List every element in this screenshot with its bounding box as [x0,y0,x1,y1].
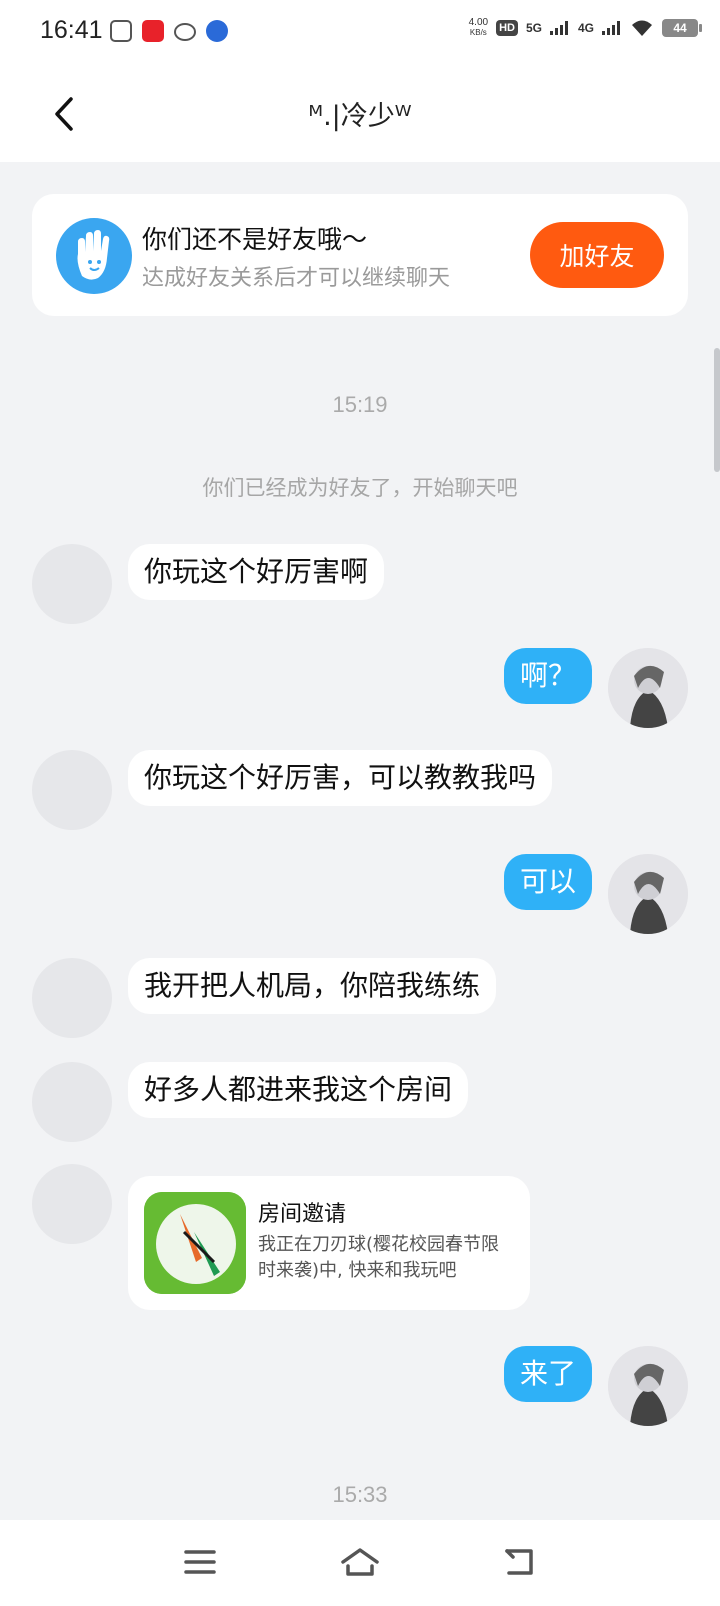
contact-avatar[interactable] [32,544,112,624]
chat-title: ᴹ.|冷少ᵂ [308,101,412,132]
status-bar: 16:41 4.00 KB/s HD 5G 4G 44 [0,0,720,66]
room-invite-card[interactable]: 房间邀请 我正在刀刃球(樱花校园春节限时来袭)中, 快来和我玩吧 [128,1176,530,1310]
app-icon-3 [174,23,196,41]
signal-bars-icon-2 [602,21,620,35]
system-message: 你们已经成为好友了，开始聊天吧 [202,476,518,500]
menu-button[interactable] [175,1540,225,1584]
system-nav-bar [0,1520,720,1606]
back-nav-button[interactable] [495,1540,545,1584]
home-button[interactable] [335,1540,385,1584]
status-time: 16:41 [40,16,103,44]
game-icon [144,1192,246,1294]
friend-request-banner: 你们还不是好友哦～ 达成好友关系后才可以继续聊天 加好友 [32,194,688,316]
chat-timestamp: 15:33 [332,1482,388,1507]
incoming-message[interactable]: 你玩这个好厉害，可以教教我吗 [128,750,553,806]
outgoing-message[interactable]: 来了 [503,1346,592,1402]
outgoing-message[interactable]: 啊？ [503,648,592,704]
app-icon-2 [142,20,164,42]
status-right: 4.00 KB/s HD 5G 4G 44 [468,17,702,38]
contact-avatar[interactable] [32,1062,112,1142]
app-icon-1 [110,20,132,42]
incoming-message[interactable]: 你玩这个好厉害啊 [128,544,385,600]
my-avatar[interactable] [608,854,688,934]
contact-avatar[interactable] [32,750,112,830]
notification-icons [110,20,228,42]
outgoing-message[interactable]: 可以 [503,854,592,910]
my-avatar[interactable] [608,1346,688,1426]
battery-icon: 44 [662,19,702,37]
hd-icon: HD [496,20,518,36]
signal-5g-icon: 5G [525,21,542,35]
banner-subtitle: 达成好友关系后才可以继续聊天 [142,266,451,291]
add-friend-button[interactable]: 加好友 [530,222,664,288]
signal-4g-icon: 4G [577,21,594,35]
app-icon-4 [206,20,228,42]
home-icon [341,1548,379,1576]
signal-bars-icon [549,21,568,35]
net-speed: 4.00 KB/s [468,17,489,38]
back-icon [505,1549,533,1575]
wifi-icon [632,20,652,36]
hand-icon [56,218,132,294]
banner-title: 你们还不是好友哦～ [142,225,368,254]
invite-title: 房间邀请 [258,1202,347,1227]
incoming-message[interactable]: 好多人都进来我这个房间 [128,1062,469,1118]
chat-header: ᴹ.|冷少ᵂ [0,66,720,162]
invite-description: 我正在刀刃球(樱花校园春节限时来袭)中, 快来和我玩吧 [258,1234,500,1281]
contact-avatar[interactable] [32,1164,112,1244]
chat-timestamp: 15:19 [332,392,388,417]
my-avatar[interactable] [608,648,688,728]
contact-avatar[interactable] [32,958,112,1038]
menu-icon [184,1550,216,1574]
incoming-message[interactable]: 我开把人机局，你陪我练练 [128,958,497,1014]
